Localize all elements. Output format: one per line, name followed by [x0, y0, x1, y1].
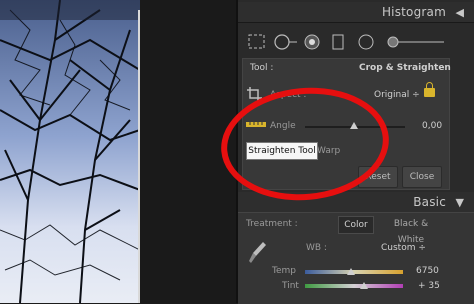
basic-title: Basic [413, 195, 446, 209]
collapse-left-icon[interactable]: ◀ [456, 6, 464, 19]
tint-value[interactable]: + 35 [418, 281, 440, 291]
histogram-title: Histogram [381, 5, 446, 19]
red-eye-icon[interactable] [304, 34, 320, 50]
tint-label: Tint [282, 281, 299, 291]
radial-filter-icon[interactable] [358, 34, 374, 50]
crop-overlay-icon[interactable] [248, 34, 266, 50]
temp-slider-thumb[interactable] [347, 268, 355, 275]
eyedropper-icon[interactable] [248, 240, 268, 266]
angle-value[interactable]: 0,00 [422, 121, 442, 131]
tool-strip [238, 30, 474, 56]
tool-label: Tool : [250, 63, 274, 73]
wb-select[interactable]: Custom ÷ [381, 243, 426, 253]
tool-value: Crop & Straighten [359, 63, 451, 73]
spot-removal-icon[interactable] [274, 34, 298, 50]
tint-slider[interactable] [305, 284, 403, 288]
close-button[interactable]: Close [402, 166, 442, 188]
histogram-header[interactable]: Histogram ◀ [238, 2, 474, 23]
tree-silhouette [0, 0, 140, 303]
temp-label: Temp [272, 266, 296, 276]
temp-value[interactable]: 6750 [416, 266, 439, 276]
adjustment-brush-icon[interactable] [386, 34, 446, 50]
treatment-label: Treatment : [246, 219, 298, 229]
collapse-down-icon[interactable]: ▼ [456, 196, 464, 209]
treatment-bw-button[interactable]: Black & White [380, 216, 442, 245]
photo-preview [0, 0, 140, 303]
graduated-filter-icon[interactable] [332, 34, 344, 50]
wb-label: WB : [306, 243, 327, 253]
tint-slider-thumb[interactable] [360, 282, 368, 289]
aspect-select[interactable]: Original ÷ [374, 90, 420, 100]
lock-icon[interactable] [424, 82, 435, 97]
treatment-color-button[interactable]: Color [338, 216, 374, 234]
